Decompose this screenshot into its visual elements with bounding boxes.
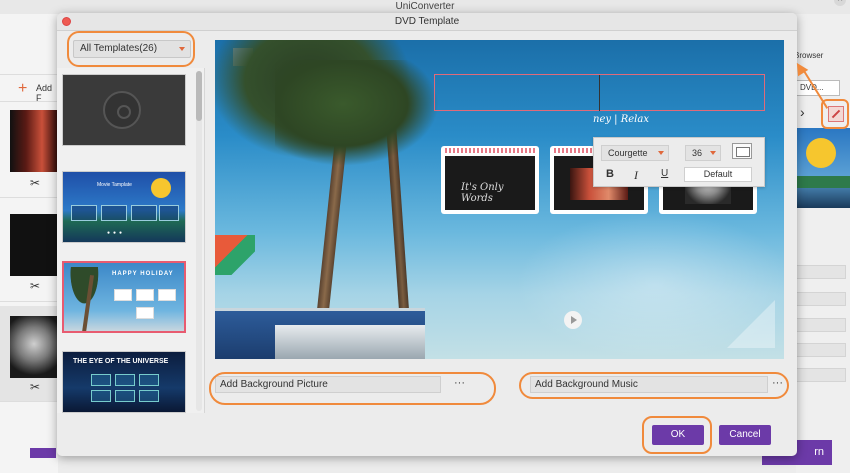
font-toolbar: Courgette 36 B I U Default — [593, 137, 765, 187]
highlight-background-music — [519, 372, 789, 399]
browser-label[interactable]: Browser — [794, 51, 823, 60]
italic-button[interactable]: I — [634, 168, 638, 183]
plus-icon: + — [18, 80, 28, 97]
boat-deck-shape — [275, 325, 425, 359]
underline-button[interactable]: U — [661, 168, 668, 179]
menu-subtitle[interactable]: ney | Relax — [593, 114, 649, 125]
template-eye-of-universe[interactable]: THE EYE OF THE UNIVERSE — [62, 351, 186, 413]
play-icon[interactable] — [564, 311, 582, 329]
settings-row[interactable] — [796, 318, 846, 332]
dialog-title: DVD Template — [394, 16, 460, 27]
progress-segment — [30, 448, 56, 458]
caret-down-icon — [710, 151, 716, 155]
template-movie[interactable]: Movie Tamplate ●●● — [62, 171, 186, 243]
add-files-button[interactable]: + Add F — [0, 74, 58, 103]
dialog-titlebar: DVD Template — [57, 13, 797, 31]
scissors-icon[interactable]: ✂ — [30, 279, 40, 293]
chapter-thumbnail-1[interactable]: It's Only Words — [441, 146, 539, 214]
land-shape — [796, 176, 850, 188]
template-title: Movie Tamplate — [97, 182, 132, 188]
font-size-dropdown[interactable]: 36 — [685, 145, 721, 161]
app-title: UniConverter — [0, 0, 850, 14]
chapter-box — [159, 205, 179, 221]
scrollbar-thumb[interactable] — [196, 71, 202, 121]
settings-row[interactable] — [796, 368, 846, 382]
corner-decoration — [727, 300, 775, 348]
chapter-box — [91, 374, 111, 386]
caret-down-icon — [658, 151, 664, 155]
template-title: HAPPY HOLIDAY — [112, 271, 174, 277]
font-color-picker[interactable] — [732, 143, 752, 159]
disc-icon — [103, 91, 141, 129]
cancel-button[interactable]: Cancel — [719, 425, 771, 445]
settings-row[interactable] — [796, 343, 846, 357]
sun-shape — [806, 138, 836, 168]
add-files-label: Add F — [36, 83, 53, 103]
template-title: THE EYE OF THE UNIVERSE — [73, 358, 169, 365]
text-cursor — [599, 75, 600, 111]
settings-row[interactable] — [796, 265, 846, 279]
chapter-box — [131, 205, 157, 221]
highlight-ok-button — [642, 416, 712, 454]
palm-leaves — [275, 60, 445, 170]
chapter-box — [114, 289, 132, 301]
chapter-box — [115, 390, 135, 402]
chapter-box — [136, 289, 154, 301]
template-list: Movie Tamplate ●●● HAPPY HOLIDAY THE EYE… — [57, 68, 205, 413]
default-style-button[interactable]: Default — [684, 167, 752, 182]
chapter-caption: It's Only Words — [461, 182, 504, 204]
chevron-right-icon[interactable]: › — [800, 104, 805, 120]
scissors-icon[interactable]: ✂ — [30, 380, 40, 394]
font-size-value: 36 — [692, 148, 703, 158]
chapter-box — [71, 205, 97, 221]
flag-decoration — [215, 235, 255, 275]
chapter-box — [158, 289, 176, 301]
chapter-box — [115, 374, 135, 386]
template-list-scrollbar[interactable] — [196, 71, 202, 411]
font-family-value: Courgette — [608, 148, 648, 158]
nav-dots: ●●● — [107, 230, 126, 236]
highlight-template-filter — [67, 31, 195, 67]
file-thumbnail — [10, 110, 58, 172]
template-preview-thumbnail — [796, 128, 850, 208]
menu-title-textbox[interactable] — [434, 74, 765, 111]
template-blank-disc[interactable] — [62, 74, 186, 146]
file-thumbnail — [10, 316, 58, 378]
bold-button[interactable]: B — [606, 168, 614, 180]
chapter-box — [91, 390, 111, 402]
chapter-box — [139, 374, 159, 386]
menu-preview: ney | Relax It's Only Words Courgette 36… — [215, 40, 784, 359]
chapter-box — [136, 307, 154, 319]
template-happy-holiday[interactable]: HAPPY HOLIDAY — [62, 261, 186, 333]
sun-shape — [151, 178, 171, 198]
chapter-box — [139, 390, 159, 402]
card-border-pattern — [445, 148, 535, 153]
chapter-box — [101, 205, 127, 221]
file-thumbnail — [10, 214, 58, 276]
chapter-image: It's Only Words — [445, 156, 535, 210]
highlight-background-picture — [209, 372, 496, 405]
settings-row[interactable] — [796, 292, 846, 306]
font-family-dropdown[interactable]: Courgette — [601, 145, 669, 161]
app-file-list: + Add F ✂ ✂ ✂ — [0, 14, 58, 473]
scissors-icon[interactable]: ✂ — [30, 176, 40, 190]
